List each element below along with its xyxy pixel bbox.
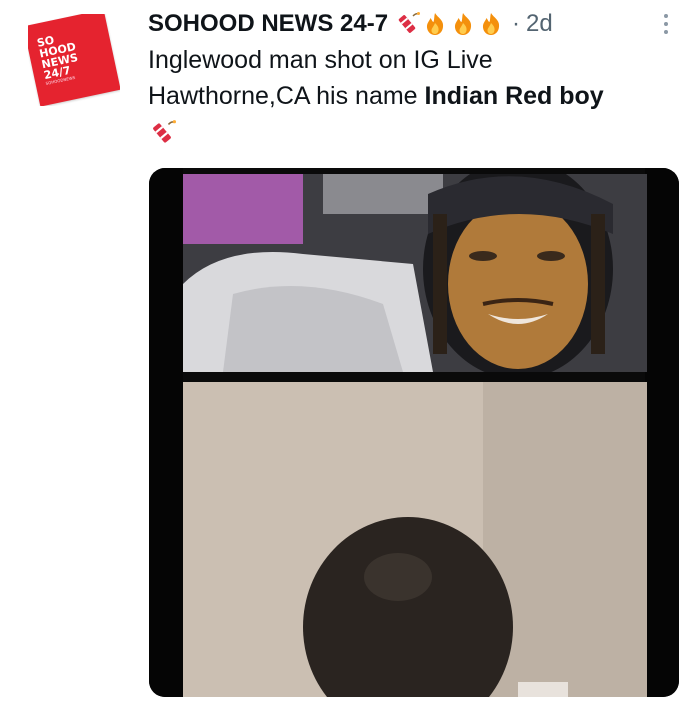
fire-icon bbox=[455, 13, 472, 35]
avatar-logo: SO HOOD NEWS 24/7 SOHOODNEWS bbox=[28, 14, 120, 106]
more-options-icon[interactable] bbox=[656, 6, 676, 42]
avatar-logo-text: SO HOOD NEWS 24/7 SOHOODNEWS bbox=[35, 33, 80, 86]
avatar[interactable]: SO HOOD NEWS 24/7 SOHOODNEWS bbox=[28, 14, 120, 106]
tweet-line-1: Inglewood man shot on IG Live bbox=[148, 46, 493, 74]
fire-icon bbox=[427, 13, 444, 35]
firecracker-icon bbox=[153, 120, 176, 143]
video-pane-bottom bbox=[183, 382, 647, 697]
tweet-line-3 bbox=[148, 114, 678, 150]
firecracker-icon bbox=[398, 12, 421, 33]
media-letterbox-right bbox=[645, 168, 679, 697]
name-emojis bbox=[394, 11, 504, 37]
media-letterbox-left bbox=[149, 168, 183, 697]
tweet-media-video[interactable] bbox=[149, 168, 679, 697]
fire-icon bbox=[483, 13, 500, 35]
timestamp[interactable]: 2d bbox=[526, 10, 553, 38]
video-frame-bottom bbox=[183, 382, 647, 697]
account-display-name[interactable]: SOHOOD NEWS 24-7 bbox=[148, 10, 388, 38]
tweet-line-2: Hawthorne,CA his name Indian Red boy bbox=[148, 78, 678, 114]
tweet-header: SOHOOD NEWS 24-7 · 2d bbox=[148, 6, 680, 42]
video-pane-top bbox=[183, 174, 647, 372]
tweet-line-2-text: Hawthorne,CA his name bbox=[148, 82, 425, 110]
tweet-body: Inglewood man shot on IG Live Hawthorne,… bbox=[148, 42, 678, 150]
header-separator: · bbox=[512, 10, 521, 37]
video-frame-top bbox=[183, 174, 647, 372]
tweet-bold-name: Indian Red boy bbox=[424, 82, 604, 110]
